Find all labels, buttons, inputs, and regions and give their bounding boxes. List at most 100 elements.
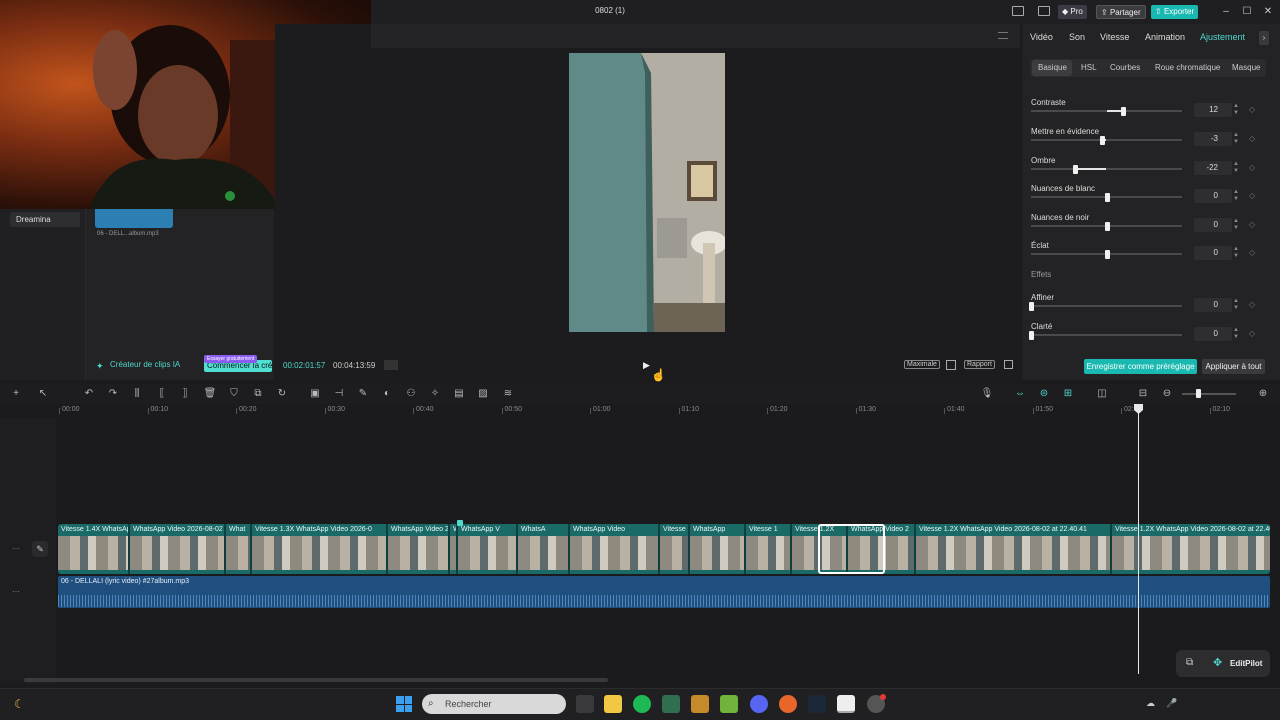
keyframe-icon[interactable]: ◇ bbox=[1249, 248, 1255, 257]
slider-knob[interactable] bbox=[1029, 330, 1034, 340]
delete-icon[interactable]: 🗑 bbox=[203, 387, 217, 401]
taskbar-search[interactable] bbox=[422, 694, 566, 714]
video-clip[interactable]: WhatsApp V bbox=[458, 524, 518, 574]
apply-all-button[interactable]: Appliquer à tout bbox=[1202, 359, 1265, 374]
nav-item-dreamina[interactable]: Dreamina bbox=[10, 212, 80, 227]
slider-track[interactable] bbox=[1031, 249, 1182, 259]
maximize-icon[interactable]: ☐ bbox=[1240, 5, 1254, 19]
slider-knob[interactable] bbox=[1104, 221, 1110, 231]
freeze-icon[interactable]: ▣ bbox=[308, 387, 322, 401]
spotify-icon[interactable] bbox=[633, 695, 651, 713]
slider-value[interactable]: 0 bbox=[1194, 218, 1232, 232]
fullscreen-icon[interactable] bbox=[1004, 360, 1013, 369]
slider-knob[interactable] bbox=[1104, 249, 1110, 259]
keyframe-icon[interactable]: ◇ bbox=[1249, 220, 1255, 229]
save-preset-button[interactable]: Enregistrer comme préréglage bbox=[1084, 359, 1197, 374]
screen-icon[interactable] bbox=[1038, 6, 1050, 16]
mic-tray-icon[interactable]: 🎤 bbox=[1166, 698, 1177, 709]
effect-track[interactable] bbox=[1029, 301, 1182, 311]
keyframe-icon[interactable]: ◇ bbox=[1249, 191, 1255, 200]
slider-knob[interactable] bbox=[1072, 164, 1078, 174]
crop-tool-icon[interactable]: ⧉ bbox=[251, 387, 265, 401]
stepper-icon[interactable]: ▲ ▼ bbox=[1233, 161, 1241, 175]
share-button[interactable]: ⇪ Partager bbox=[1096, 5, 1146, 19]
video-clip[interactable]: Vitesse 1.4X WhatsApp bbox=[58, 524, 130, 574]
time-ruler[interactable] bbox=[0, 404, 1280, 418]
audio-wave-icon[interactable]: ≋ bbox=[501, 387, 515, 401]
capcut-icon[interactable] bbox=[837, 695, 855, 713]
slider-track[interactable] bbox=[1031, 221, 1182, 231]
weather-moon-icon[interactable]: ☾ bbox=[14, 697, 25, 711]
game-icon[interactable] bbox=[691, 695, 709, 713]
slider-value[interactable]: 0 bbox=[1194, 189, 1232, 203]
keyframe-icon[interactable]: ◇ bbox=[1249, 300, 1255, 309]
split-left-icon[interactable]: ⟦ bbox=[155, 387, 169, 401]
tab-speed[interactable]: Vitesse bbox=[1100, 32, 1129, 42]
zoom-slider-knob[interactable] bbox=[1196, 389, 1201, 398]
close-icon[interactable]: ✕ bbox=[1261, 5, 1275, 19]
slider-track[interactable] bbox=[1031, 164, 1182, 174]
minimize-icon[interactable]: – bbox=[1219, 5, 1233, 19]
subtab-hsl[interactable]: HSL bbox=[1081, 63, 1097, 72]
media-thumbnail[interactable] bbox=[95, 209, 173, 228]
video-clip[interactable]: Vitesse 1.2X WhatsApp Video 2026-08-02 a… bbox=[1112, 524, 1270, 574]
shield-icon[interactable]: ⛉ bbox=[227, 387, 241, 401]
tab-adjustment[interactable]: Ajustement bbox=[1200, 32, 1245, 42]
steam-icon[interactable] bbox=[808, 695, 826, 713]
stepper-icon[interactable]: ▲ ▼ bbox=[1233, 246, 1241, 260]
video-clip[interactable]: What bbox=[450, 524, 458, 574]
redo-icon[interactable]: ↷ bbox=[106, 387, 120, 401]
split-right-icon[interactable]: ⟧ bbox=[178, 387, 192, 401]
subtab-color-wheel[interactable]: Roue chromatique bbox=[1155, 63, 1220, 72]
slider-knob[interactable] bbox=[1121, 106, 1127, 116]
slider-knob[interactable] bbox=[1029, 301, 1034, 311]
tab-sound[interactable]: Son bbox=[1069, 32, 1085, 42]
zoom-in-icon[interactable]: ⊕ bbox=[1256, 387, 1270, 401]
video-clip[interactable]: WhatsApp bbox=[690, 524, 746, 574]
stepper-icon[interactable]: ▲ ▼ bbox=[1233, 189, 1241, 203]
discord-icon[interactable] bbox=[750, 695, 768, 713]
windows-start-icon[interactable] bbox=[396, 696, 412, 712]
pro-button[interactable]: ◆ Pro bbox=[1058, 5, 1087, 19]
slider-value[interactable]: 0 bbox=[1194, 246, 1232, 260]
video-track[interactable]: Vitesse 1.4X WhatsApp WhatsApp Video 2026… bbox=[58, 524, 1270, 574]
crop-icon[interactable] bbox=[946, 360, 956, 370]
stepper-icon[interactable]: ▲ ▼ bbox=[1233, 327, 1241, 341]
feedback-icon[interactable]: ⧉ bbox=[1186, 657, 1193, 668]
video-clip[interactable]: Vitesse 1.3X WhatsApp Video 2026-0 bbox=[252, 524, 388, 574]
effect-track[interactable] bbox=[1029, 330, 1182, 340]
stepper-icon[interactable]: ▲ ▼ bbox=[1233, 218, 1241, 232]
app-icon[interactable] bbox=[662, 695, 680, 713]
pen-icon[interactable]: ✎ bbox=[356, 387, 370, 401]
image-icon[interactable]: ▨ bbox=[476, 387, 490, 401]
subtab-basic[interactable]: Basique bbox=[1038, 63, 1067, 72]
microphone-icon[interactable]: 🎙 bbox=[980, 387, 994, 401]
slider-value[interactable]: 12 bbox=[1194, 103, 1232, 117]
file-explorer-icon[interactable] bbox=[604, 695, 622, 713]
network-icon[interactable]: ☁ bbox=[1146, 698, 1155, 709]
ratio-button[interactable]: Rapport bbox=[964, 360, 995, 369]
slider-value[interactable]: -22 bbox=[1194, 161, 1232, 175]
slider-track[interactable] bbox=[1031, 135, 1182, 145]
stepper-icon[interactable]: ▲ ▼ bbox=[1233, 298, 1241, 312]
tab-animation[interactable]: Animation bbox=[1145, 32, 1185, 42]
snap-icon[interactable]: ⊞ bbox=[1061, 387, 1075, 401]
rotate-icon[interactable]: ↻ bbox=[275, 387, 289, 401]
horizontal-scrollbar[interactable] bbox=[24, 678, 608, 682]
video-clip[interactable]: What bbox=[226, 524, 252, 574]
quality-button[interactable]: Maximale bbox=[904, 360, 940, 369]
export-button[interactable]: ⇧ Exporter bbox=[1151, 5, 1199, 19]
slider-knob[interactable] bbox=[1099, 135, 1105, 145]
video-clip[interactable]: WhatsA bbox=[518, 524, 570, 574]
preview-axis-icon[interactable]: ◫ bbox=[1095, 387, 1109, 401]
select-tool-icon[interactable]: ↖ bbox=[36, 387, 50, 401]
menu-icon[interactable] bbox=[998, 32, 1008, 39]
vegas-icon[interactable] bbox=[720, 695, 738, 713]
video-clip[interactable]: Vitesse 1.2X WhatsApp Video 2026-08-02 a… bbox=[916, 524, 1112, 574]
video-preview[interactable] bbox=[569, 53, 725, 332]
keyframe-icon[interactable]: ◇ bbox=[1249, 105, 1255, 114]
video-clip[interactable]: WhatsApp Video bbox=[570, 524, 660, 574]
undo-icon[interactable]: ↶ bbox=[82, 387, 96, 401]
selected-clip-outline[interactable] bbox=[818, 524, 885, 574]
slider-track[interactable] bbox=[1031, 192, 1182, 202]
